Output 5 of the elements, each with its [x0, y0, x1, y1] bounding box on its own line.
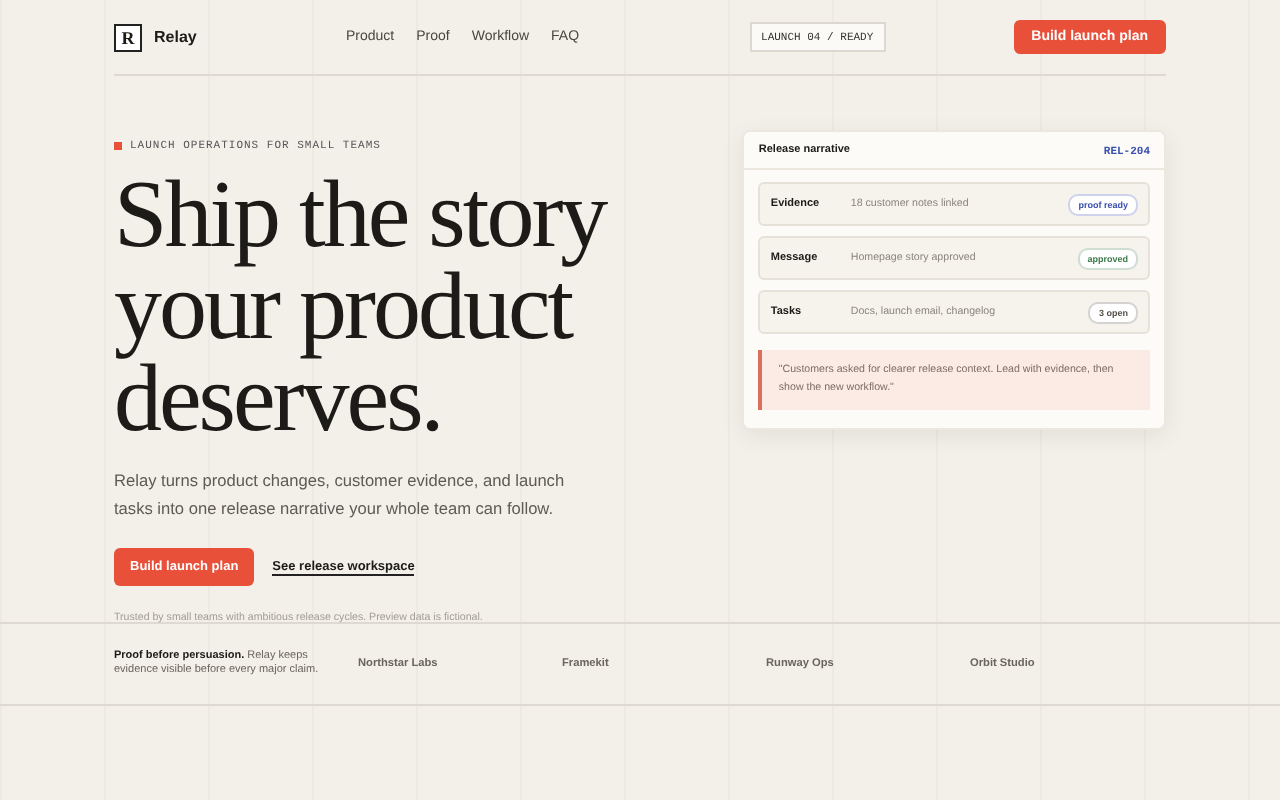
logo-mark[interactable]: R: [114, 23, 142, 51]
square-icon: [114, 141, 122, 149]
brand-name: Relay: [154, 28, 197, 46]
lede-text: Relay turns product changes, customer evidence, and launch tasks into one release narrative your whole team can follow.: [114, 468, 567, 522]
headline: Ship the story your product deserves.: [114, 170, 609, 446]
